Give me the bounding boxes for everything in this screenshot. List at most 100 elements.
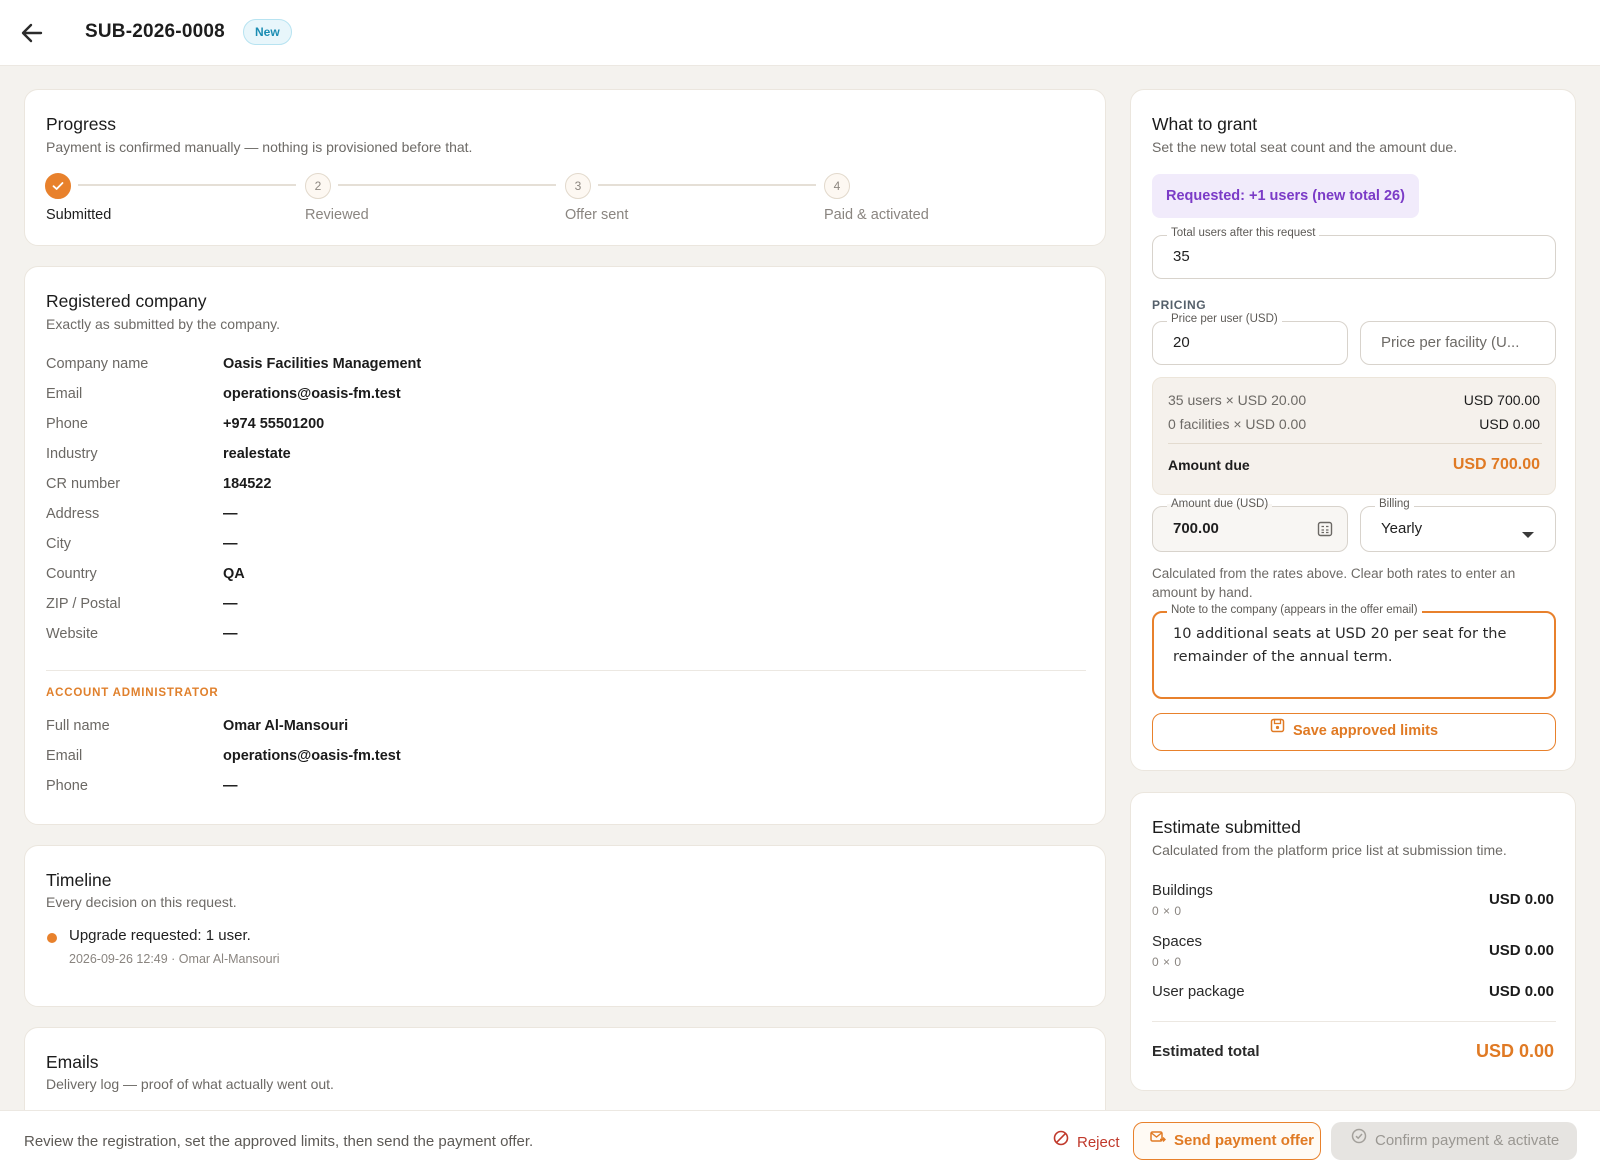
step-label-submitted: Submitted <box>46 207 112 223</box>
back-arrow-icon[interactable] <box>18 19 46 47</box>
step-label-offer-sent: Offer sent <box>565 207 629 223</box>
estimate-item-sub: 0 × 0 <box>1152 955 1182 969</box>
send-mail-icon <box>1150 1122 1166 1157</box>
price-per-user-label: Price per user (USD) <box>1167 313 1282 325</box>
estimate-item-amount: USD 0.00 <box>1488 983 1554 1000</box>
field-label: Full name <box>46 718 110 734</box>
chevron-down-icon <box>1521 526 1535 544</box>
calculator-icon[interactable] <box>1317 521 1333 542</box>
timeline-event-text: Upgrade requested: 1 user. <box>69 927 251 944</box>
amount-due-field-value: 700.00 <box>1173 520 1219 537</box>
status-badge: New <box>243 19 292 45</box>
calc-users-text: 35 users × USD 20.00 <box>1168 392 1307 408</box>
save-button-label: Save approved limits <box>1292 723 1439 739</box>
timeline-event-meta: 2026-09-26 12:49 · Omar Al-Mansouri <box>69 952 280 966</box>
field-label: Phone <box>46 778 88 794</box>
step-label-paid: Paid & activated <box>824 207 929 223</box>
save-icon <box>1270 712 1285 747</box>
grant-card: What to grant Set the new total seat cou… <box>1130 89 1576 771</box>
total-users-field[interactable]: Total users after this request 35 <box>1152 227 1556 279</box>
step-connector <box>338 184 556 186</box>
amount-due-field-label: Amount due (USD) <box>1167 498 1273 510</box>
timeline-subtitle: Every decision on this request. <box>46 894 237 910</box>
field-value: 184522 <box>223 476 272 492</box>
estimate-item-label: Buildings <box>1152 882 1213 899</box>
company-card: Registered company Exactly as submitted … <box>24 266 1106 825</box>
divider <box>1168 443 1542 444</box>
action-footer: Review the registration, set the approve… <box>0 1110 1600 1176</box>
pricing-caption: PRICING <box>1152 298 1207 312</box>
send-label: Send payment offer <box>1174 1132 1315 1149</box>
check-circle-icon <box>1351 1121 1367 1159</box>
estimated-total-label: Estimated total <box>1152 1043 1260 1060</box>
field-value: realestate <box>223 446 291 462</box>
note-value: 10 additional seats at USD 20 per seat f… <box>1173 626 1507 665</box>
divider <box>46 670 1086 671</box>
field-label: Phone <box>46 416 88 432</box>
field-value: — <box>223 536 238 552</box>
reject-label: Reject <box>1077 1134 1120 1151</box>
step-3-number: 3 <box>565 173 591 199</box>
company-title: Registered company <box>46 291 207 311</box>
calc-users-amount: USD 700.00 <box>1463 392 1540 408</box>
field-value: — <box>223 596 238 612</box>
timeline-dot <box>47 933 57 943</box>
step-4-number: 4 <box>824 173 850 199</box>
company-subtitle: Exactly as submitted by the company. <box>46 316 280 332</box>
emails-subtitle: Delivery log — proof of what actually we… <box>46 1076 334 1092</box>
estimate-card: Estimate submitted Calculated from the p… <box>1130 792 1576 1091</box>
admin-caption: ACCOUNT ADMINISTRATOR <box>46 687 219 699</box>
field-value: Oasis Facilities Management <box>223 356 422 372</box>
footer-text: Review the registration, set the approve… <box>24 1133 534 1150</box>
field-label: Address <box>46 506 100 522</box>
reject-button[interactable]: Reject <box>1043 1125 1130 1161</box>
estimated-total-value: USD 0.00 <box>1475 1041 1554 1061</box>
field-label: Industry <box>46 446 98 462</box>
price-per-user-value: 20 <box>1173 334 1190 351</box>
progress-title: Progress <box>46 114 117 134</box>
field-label: CR number <box>46 476 121 492</box>
help-text: Calculated from the rates above. Clear b… <box>1152 566 1516 600</box>
field-label: Email <box>46 748 83 764</box>
field-value: — <box>223 626 238 642</box>
amount-due-field[interactable]: Amount due (USD) 700.00 <box>1152 498 1348 552</box>
step-label-reviewed: Reviewed <box>305 207 369 223</box>
field-label: City <box>46 536 71 552</box>
emails-title: Emails <box>46 1052 99 1072</box>
reject-icon <box>1053 1124 1069 1160</box>
price-per-user-field[interactable]: Price per user (USD) 20 <box>1152 313 1348 365</box>
estimate-title: Estimate submitted <box>1152 817 1301 837</box>
calc-facilities-amount: USD 0.00 <box>1479 416 1540 432</box>
page-title: SUB-2026-0008 <box>85 21 225 42</box>
billing-value: Yearly <box>1381 520 1423 537</box>
field-value: operations@oasis-fm.test <box>223 386 401 402</box>
estimate-item-label: Spaces <box>1152 933 1203 950</box>
field-label: Email <box>46 386 83 402</box>
price-per-facility-placeholder: Price per facility (U... <box>1381 334 1520 351</box>
amount-due-value: USD 700.00 <box>1452 456 1540 473</box>
send-payment-offer-button[interactable]: Send payment offer <box>1133 1122 1321 1160</box>
step-2-number: 2 <box>305 173 331 199</box>
billing-label: Billing <box>1375 498 1414 510</box>
estimate-item-label: User package <box>1152 983 1245 1000</box>
note-label: Note to the company (appears in the offe… <box>1167 604 1422 616</box>
amount-due-label: Amount due <box>1168 457 1250 473</box>
field-value: — <box>223 778 238 794</box>
calculation-box: 35 users × USD 20.00 USD 700.00 0 facili… <box>1152 377 1556 495</box>
top-bar: SUB-2026-0008 New <box>0 0 1600 66</box>
note-textarea[interactable]: Note to the company (appears in the offe… <box>1152 604 1556 699</box>
timeline-title: Timeline <box>46 870 112 890</box>
field-label: Website <box>46 626 99 642</box>
save-approved-limits-button[interactable]: Save approved limits <box>1152 713 1556 751</box>
grant-subtitle: Set the new total seat count and the amo… <box>1152 139 1458 155</box>
field-value: Omar Al-Mansouri <box>223 718 349 734</box>
calc-users-row: 35 users × USD 20.00 USD 700.00 <box>1168 392 1540 408</box>
billing-select[interactable]: Billing Yearly <box>1360 498 1556 552</box>
field-value: QA <box>223 566 245 582</box>
price-per-facility-field[interactable]: Price per facility (U... <box>1360 321 1556 365</box>
estimate-item-sub: 0 × 0 <box>1152 904 1182 918</box>
step-connector <box>598 184 816 186</box>
requested-pill: Requested: +1 users (new total 26) <box>1152 174 1419 218</box>
divider <box>1152 1021 1556 1022</box>
estimate-subtitle: Calculated from the platform price list … <box>1152 842 1507 858</box>
